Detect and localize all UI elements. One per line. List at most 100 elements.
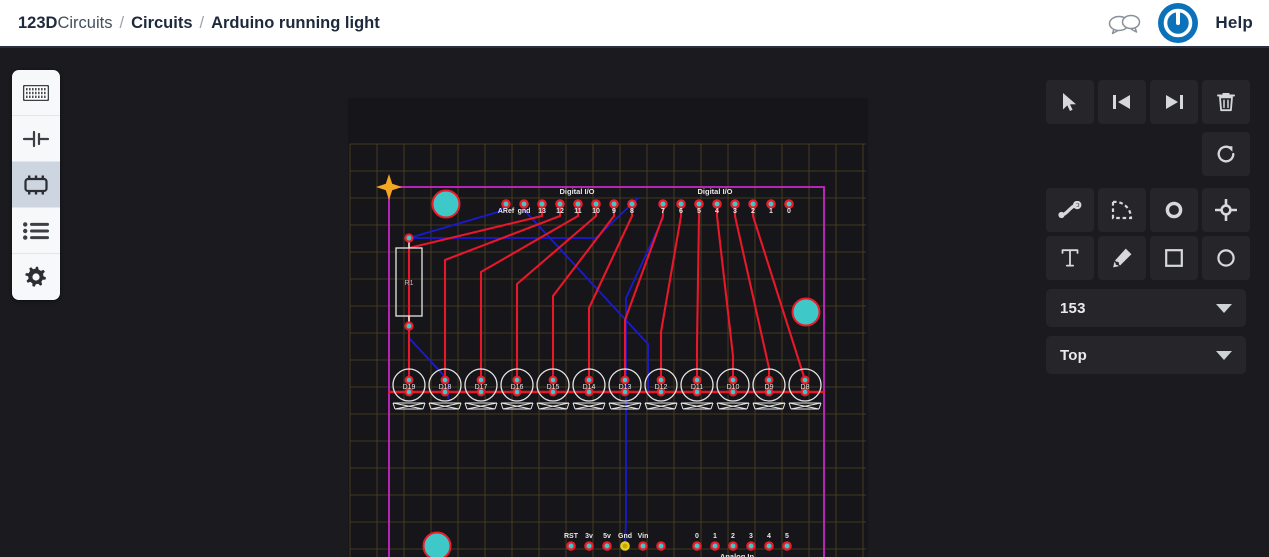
gear-icon <box>25 266 47 288</box>
header-pin-top-label: 4 <box>715 208 719 215</box>
breadcrumb-link-circuits[interactable]: Circuits <box>131 14 192 33</box>
led-pad-hole <box>658 377 664 383</box>
sidebar-item-schematic[interactable] <box>12 116 60 162</box>
sidebar-item-breadboard[interactable] <box>12 70 60 116</box>
header-pin-analog-label: 1 <box>713 533 717 540</box>
pen-tool-button[interactable] <box>1098 236 1146 280</box>
toolbar-spacer-1 <box>1046 132 1094 176</box>
canvas-background <box>348 98 868 557</box>
header-pin-top-hole <box>678 201 684 207</box>
header-pin-analog-label: 2 <box>731 533 735 540</box>
toolbar-spacer-2 <box>1098 132 1146 176</box>
led-label: D19 <box>403 384 416 391</box>
led-label: D12 <box>655 384 668 391</box>
header-pin-top-hole <box>539 201 545 207</box>
pen-icon <box>1111 247 1133 269</box>
silkscreen-label: Digital I/O <box>559 187 594 196</box>
header-pin-top-hole <box>503 201 509 207</box>
pcb-editor-canvas[interactable]: D19 D18 D17 D16 D15 D14 D13 D12 D11 D10 D9 D8 R1 ARef… <box>348 98 868 557</box>
right-toolbar: 153 Top <box>1046 80 1250 374</box>
chat-bubbles-icon[interactable] <box>1107 11 1141 35</box>
breadcrumb-current-project[interactable]: Arduino running light <box>211 14 380 33</box>
resistor-pad-hole <box>406 323 412 329</box>
autodesk-power-logo-icon[interactable] <box>1157 2 1199 44</box>
header-pin-top-label: 9 <box>612 208 616 215</box>
workspace: 153 Top D19 D18 D17 D16 D15 D14 D13 D12 D11 D10 D9… <box>0 48 1269 557</box>
rotate-button[interactable] <box>1202 132 1250 176</box>
header-pin-top-label: gnd <box>518 208 531 215</box>
header-pin-top-label: 5 <box>697 208 701 215</box>
help-link[interactable]: Help <box>1215 13 1253 33</box>
layer-value: Top <box>1060 346 1087 364</box>
circle-tool-button[interactable] <box>1202 236 1250 280</box>
target-tool-button[interactable] <box>1202 188 1250 232</box>
led-pad-hole <box>550 377 556 383</box>
breadcrumb-brand[interactable]: 123DCircuits <box>18 14 112 33</box>
header-pin-analog-label: 5 <box>785 533 789 540</box>
sidebar-item-pcb[interactable] <box>12 162 60 208</box>
header-pin-top-label: 10 <box>592 208 600 215</box>
led-label: D14 <box>583 384 596 391</box>
header-pin-top-label: 0 <box>787 208 791 215</box>
breadcrumb: 123DCircuits / Circuits / Arduino runnin… <box>18 14 380 33</box>
polygon-tool-button[interactable] <box>1098 188 1146 232</box>
led-label: D11 <box>691 384 703 391</box>
led-pad-hole <box>406 377 412 383</box>
crosshair-target-icon <box>1215 199 1237 221</box>
trace-width-value: 153 <box>1060 299 1086 317</box>
breadcrumb-separator-2: / <box>199 13 205 32</box>
header-pin-analog-label: 3 <box>749 533 753 540</box>
mounting-hole-top-left[interactable] <box>431 189 461 219</box>
led-pad-hole <box>478 377 484 383</box>
mounting-hole-bottom-left[interactable] <box>422 531 452 557</box>
trace-tool-button[interactable] <box>1046 188 1094 232</box>
capacitor-symbol-icon <box>22 130 50 148</box>
led-pad-hole <box>622 377 628 383</box>
led-pad-hole <box>730 377 736 383</box>
led-label: D15 <box>547 384 560 391</box>
resistor-pad-hole <box>406 235 412 241</box>
chevron-down-icon <box>1216 303 1232 313</box>
header-pin-top-label: ARef <box>498 208 515 215</box>
rectangle-tool-button[interactable] <box>1150 236 1198 280</box>
silkscreen-label: Digital I/O <box>697 187 732 196</box>
led-pad-hole <box>694 377 700 383</box>
mounting-hole-top-right[interactable] <box>791 297 821 327</box>
header-pin-power-label: 3v <box>585 533 593 540</box>
via-tool-button[interactable] <box>1150 188 1198 232</box>
delete-button[interactable] <box>1202 80 1250 124</box>
header-pin-top-label: 13 <box>538 208 546 215</box>
header-pin-power-label: 5v <box>603 533 611 540</box>
text-tool-button[interactable] <box>1046 236 1094 280</box>
header-pin-top-label: 12 <box>556 208 564 215</box>
skip-backward-icon <box>1112 93 1132 111</box>
header-pin-top-label: 1 <box>769 208 773 215</box>
sidebar-item-settings[interactable] <box>12 254 60 300</box>
app-header: 123DCircuits / Circuits / Arduino runnin… <box>0 0 1269 48</box>
select-tool-button[interactable] <box>1046 80 1094 124</box>
header-pin-top-hole <box>629 201 635 207</box>
resistor-label: R1 <box>405 280 414 287</box>
header-pin-top-hole <box>575 201 581 207</box>
left-toolbar <box>12 70 60 300</box>
header-pin-power-hole <box>604 543 610 549</box>
list-icon <box>23 221 49 240</box>
step-backward-button[interactable] <box>1098 80 1146 124</box>
led-label: D17 <box>475 384 488 391</box>
header-pin-analog-hole <box>766 543 772 549</box>
layer-select[interactable]: Top <box>1046 336 1246 374</box>
led-label: D13 <box>619 384 632 391</box>
header-pin-power-hole <box>586 543 592 549</box>
trace-width-select[interactable]: 153 <box>1046 289 1246 327</box>
header-pin-top-hole <box>521 201 527 207</box>
sidebar-item-components-list[interactable] <box>12 208 60 254</box>
led-pad-hole <box>586 377 592 383</box>
led-label: D9 <box>765 384 774 391</box>
led-pad-hole <box>442 377 448 383</box>
cursor-arrow-icon <box>1061 92 1079 112</box>
header-actions: Help <box>1107 2 1253 44</box>
led-pad-hole <box>802 377 808 383</box>
breadboard-icon <box>23 84 49 101</box>
led-pad-hole <box>766 377 772 383</box>
step-forward-button[interactable] <box>1150 80 1198 124</box>
